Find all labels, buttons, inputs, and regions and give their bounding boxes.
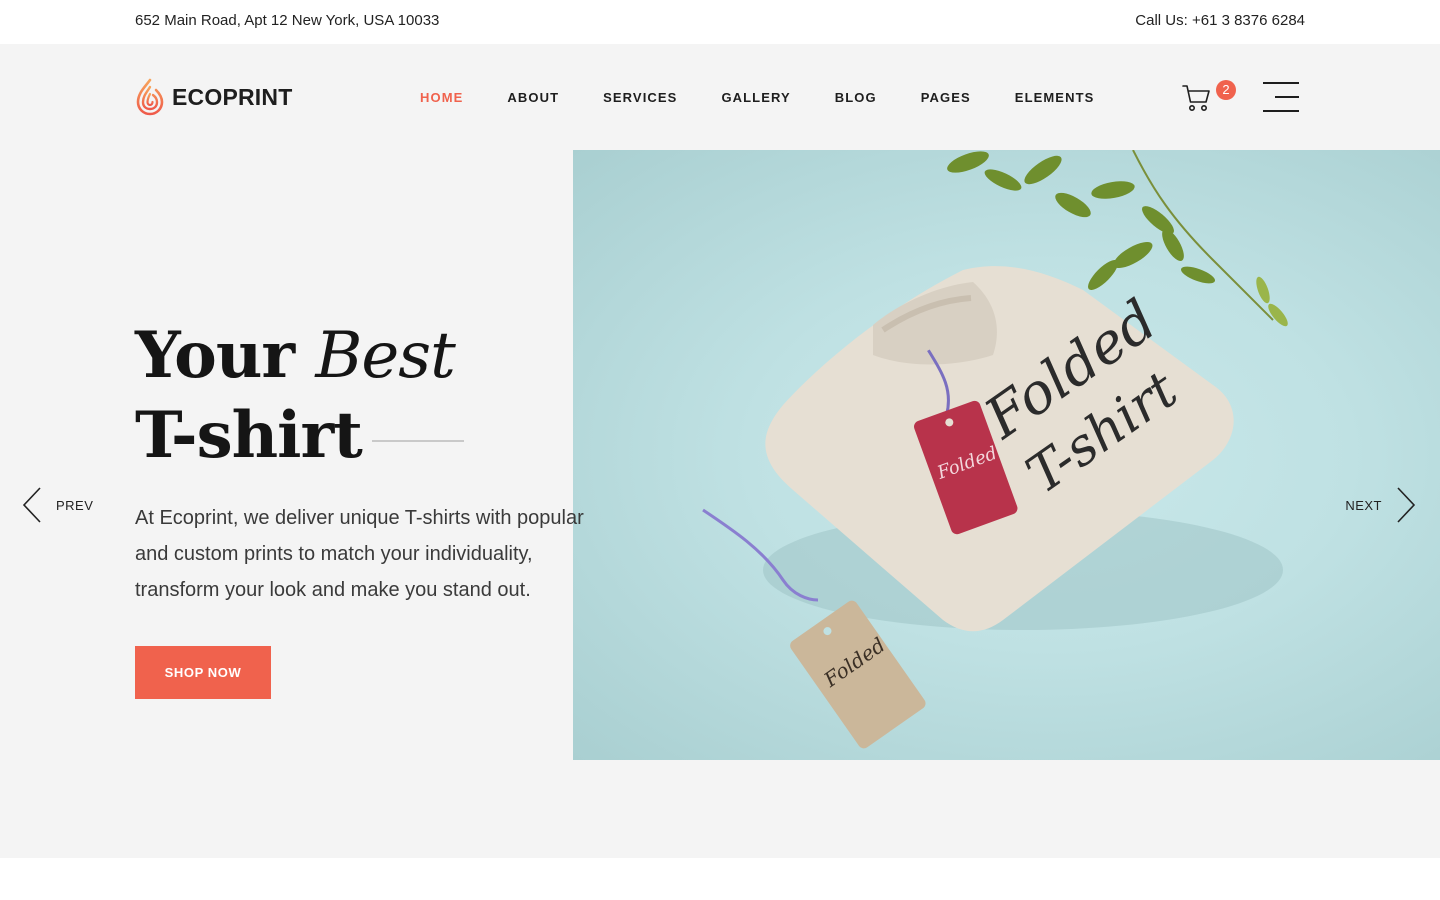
site-logo[interactable]: ECOPRINT <box>135 78 292 116</box>
next-label: NEXT <box>1345 497 1382 513</box>
title-divider <box>371 440 464 442</box>
nav-item-blog[interactable]: BLOG <box>835 90 877 105</box>
folded-tshirt-mockup-image: Folded T-shirt Folded Folded <box>573 150 1440 760</box>
cart-count-badge: 2 <box>1216 80 1236 100</box>
phone-text[interactable]: Call Us: +61 3 8376 6284 <box>1135 12 1305 29</box>
top-bar: 652 Main Road, Apt 12 New York, USA 1003… <box>0 0 1440 44</box>
cart-icon <box>1182 85 1210 111</box>
site-header: ECOPRINT HOME ABOUT SERVICES GALLERY BLO… <box>0 44 1440 150</box>
shop-now-button[interactable]: SHOP NOW <box>135 646 271 699</box>
menu-line <box>1263 110 1299 112</box>
nav-item-gallery[interactable]: GALLERY <box>721 90 790 105</box>
cart-button[interactable]: 2 <box>1182 80 1238 120</box>
menu-line <box>1263 82 1299 84</box>
chevron-left-icon <box>22 487 41 523</box>
chevron-right-icon <box>1397 487 1416 523</box>
slider-prev-button[interactable]: PREV <box>22 487 93 523</box>
hamburger-menu-icon[interactable] <box>1263 82 1299 112</box>
hero-title-word3: T-shirt <box>135 398 363 473</box>
hero-title: Your Best T-shirt <box>135 316 464 476</box>
nav-item-home[interactable]: HOME <box>420 90 463 105</box>
folded-tshirt: Folded T-shirt <box>763 266 1283 632</box>
hero-title-emphasis: Best <box>315 319 455 393</box>
address-text: 652 Main Road, Apt 12 New York, USA 1003… <box>135 12 440 29</box>
nav-item-elements[interactable]: ELEMENTS <box>1015 90 1095 105</box>
hero-title-line1: Your Best <box>135 316 464 396</box>
menu-line <box>1275 96 1299 98</box>
main-nav: HOME ABOUT SERVICES GALLERY BLOG PAGES E… <box>398 90 1116 105</box>
hero-title-word1: Your <box>135 318 295 393</box>
flame-drop-icon <box>136 78 164 116</box>
nav-item-about[interactable]: ABOUT <box>507 90 559 105</box>
page-bottom-band <box>0 858 1440 900</box>
prev-label: PREV <box>56 497 94 513</box>
nav-item-pages[interactable]: PAGES <box>921 90 971 105</box>
slider-next-button[interactable]: NEXT <box>1345 487 1416 523</box>
nav-item-services[interactable]: SERVICES <box>603 90 677 105</box>
hero-description: At Ecoprint, we deliver unique T-shirts … <box>135 507 584 601</box>
hero-title-line2: T-shirt <box>135 396 464 476</box>
brand-name: ECOPRINT <box>172 83 293 110</box>
